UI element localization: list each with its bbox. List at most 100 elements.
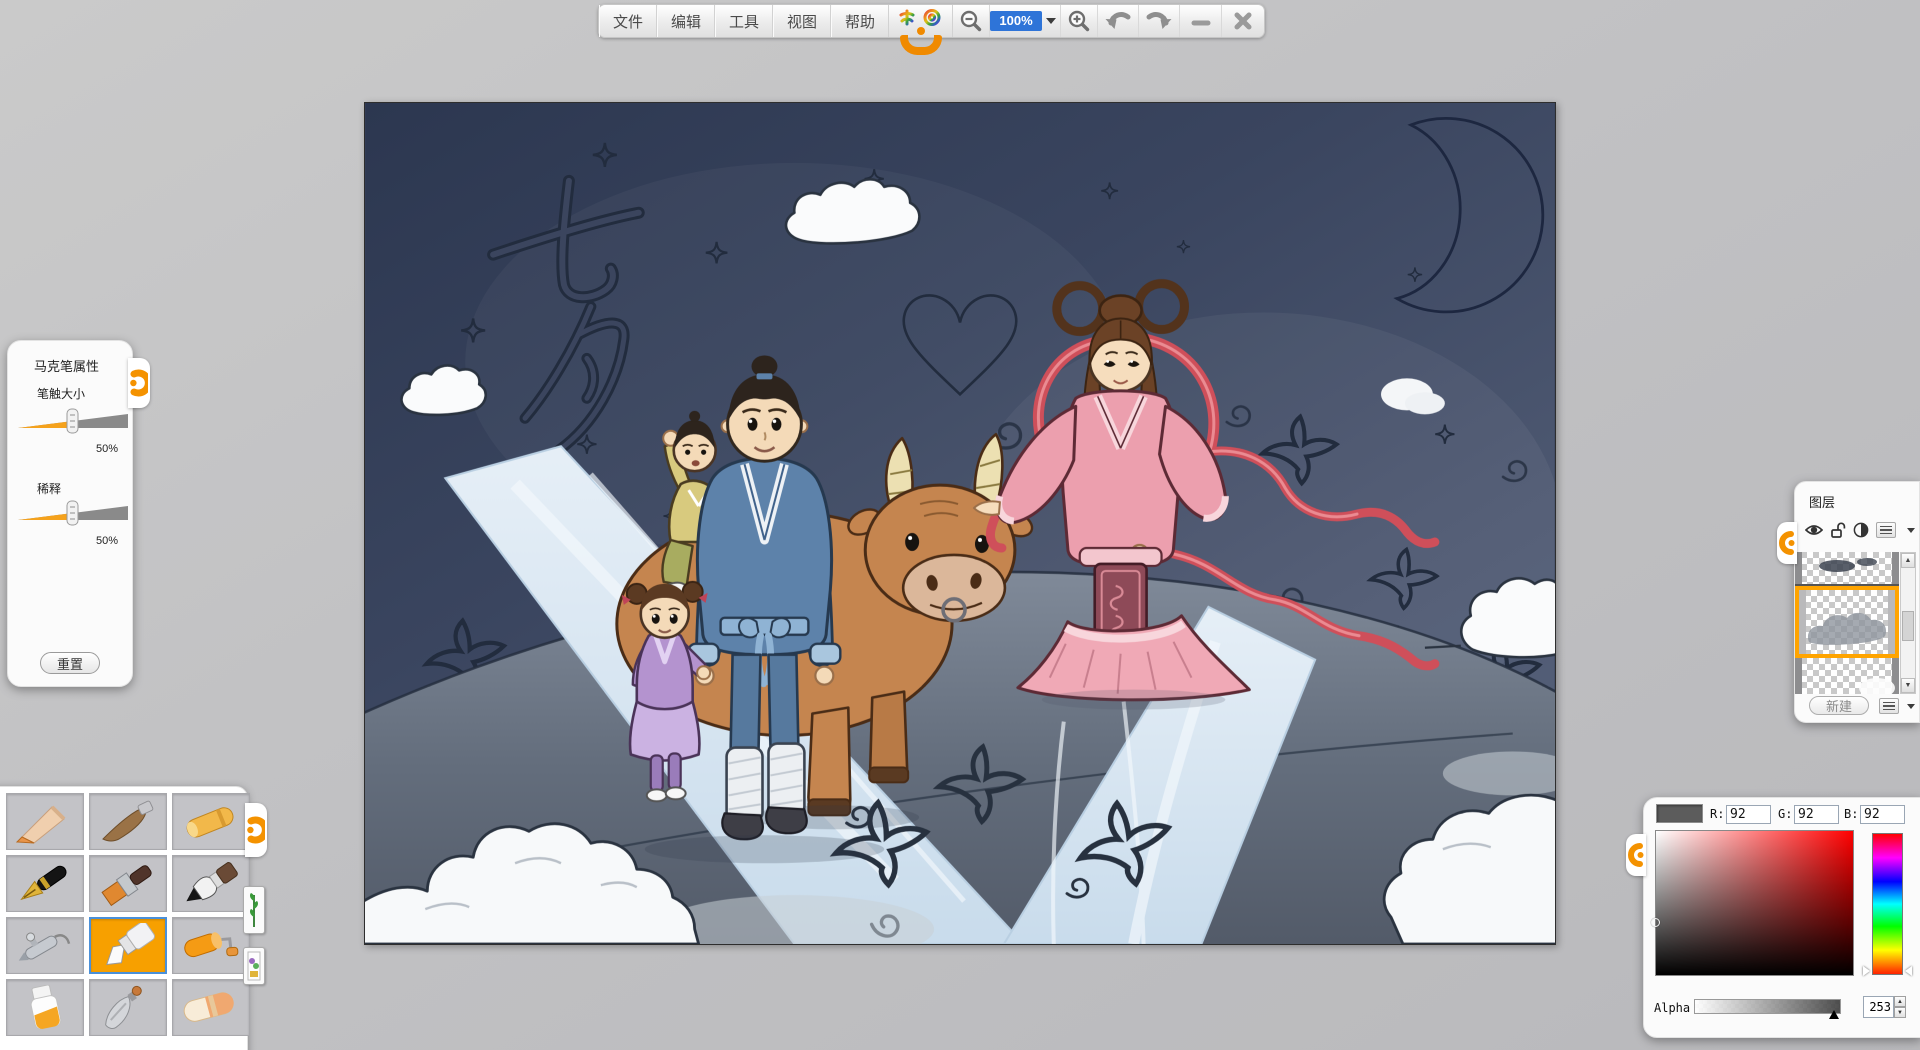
undo-icon (1105, 12, 1131, 29)
palette-knife-icon (105, 985, 142, 1029)
tool-palette-collapse-handle[interactable] (245, 803, 267, 857)
collapse-handle-icon (1628, 843, 1644, 867)
close-button[interactable] (1222, 5, 1264, 37)
plant-stamp-icon (250, 893, 258, 927)
pencil-icon (15, 805, 66, 844)
blend-icon[interactable] (1853, 522, 1869, 538)
brush-size-slider[interactable] (18, 407, 128, 435)
scroll-down-button[interactable]: ▼ (1901, 678, 1915, 693)
alpha-spin-down-button[interactable]: ▼ (1894, 1007, 1906, 1018)
tool-paint-bottle[interactable] (6, 979, 84, 1036)
menu-edit[interactable]: 编辑 (657, 5, 715, 37)
menu-tools[interactable]: 工具 (715, 5, 773, 37)
layer-menu-icon[interactable] (1876, 522, 1896, 538)
hue-marker-right-icon[interactable] (1905, 966, 1912, 976)
picture-stamp-tab[interactable] (243, 947, 265, 985)
minimize-button[interactable] (1180, 5, 1222, 37)
tool-palette-knife[interactable] (89, 979, 167, 1036)
tool-fountain-pen[interactable] (6, 855, 84, 912)
hue-marker-left-icon[interactable] (1863, 966, 1870, 976)
layers-panel: 图层 ▲ ▼ 新建 (1777, 481, 1920, 723)
close-icon (1234, 12, 1252, 30)
tool-airbrush[interactable] (6, 917, 84, 974)
scroll-up-button[interactable]: ▲ (1901, 553, 1915, 568)
layer-options-caret-icon (1907, 704, 1915, 709)
drawing-canvas[interactable]: 七夕 (364, 102, 1556, 945)
layer-row-2-selected[interactable] (1795, 586, 1899, 658)
tool-marker[interactable] (89, 917, 167, 974)
marker-panel-collapse-handle[interactable] (128, 358, 150, 408)
tool-wood-pen[interactable] (89, 793, 167, 850)
unlock-icon[interactable] (1830, 522, 1846, 538)
saturation-value-square[interactable] (1651, 830, 1854, 976)
sv-cursor[interactable] (1651, 918, 1660, 927)
layer-list (1795, 552, 1899, 694)
dilution-slider[interactable] (18, 499, 128, 527)
dilution-label: 稀释 (37, 482, 62, 496)
brush-size-slider-track (18, 408, 128, 434)
tool-grid (6, 793, 250, 1036)
tool-eraser[interactable] (172, 979, 250, 1036)
collapse-handle-icon (130, 369, 148, 397)
b-input[interactable] (1860, 805, 1905, 824)
marker-properties-panel: 马克笔属性 笔触大小 50% 稀释 50% 重置 (7, 340, 150, 687)
logo-nose-dot (917, 27, 925, 35)
collapse-handle-icon (247, 816, 265, 844)
alpha-slider-thumb[interactable] (1829, 1010, 1839, 1019)
layer-scrollbar[interactable]: ▲ ▼ (1900, 552, 1916, 694)
plant-stamp-tab[interactable] (243, 886, 265, 934)
menu-file[interactable]: 文件 (599, 5, 657, 37)
b-label: B: (1844, 807, 1859, 821)
flat-brush-icon (101, 864, 152, 906)
g-input[interactable] (1794, 805, 1839, 824)
layer2-thumbnail (1807, 612, 1887, 645)
alpha-slider[interactable] (1694, 999, 1841, 1019)
redo-button[interactable] (1139, 5, 1180, 37)
paint-bottle-icon (30, 984, 62, 1030)
tool-ink-brush[interactable] (172, 855, 250, 912)
wood-pen-icon (102, 800, 154, 841)
logo-smile-icon (900, 35, 942, 55)
zoom-out-icon (960, 10, 982, 32)
menu-view[interactable]: 视图 (773, 5, 831, 37)
layers-panel-collapse-handle[interactable] (1777, 522, 1797, 564)
tool-flat-brush[interactable] (89, 855, 167, 912)
brush-size-value: 50% (95, 443, 118, 455)
alpha-spinner: ▲ ▼ (1894, 996, 1906, 1018)
alpha-spin-up-button[interactable]: ▲ (1894, 996, 1906, 1007)
layer1-thumbnail (1819, 558, 1877, 572)
layers-toolbar (1805, 522, 1919, 538)
r-label: R: (1710, 807, 1725, 821)
layer-row-3[interactable] (1795, 658, 1899, 694)
zoom-in-icon (1068, 10, 1090, 32)
menu-help[interactable]: 帮助 (831, 5, 889, 37)
color-panel-collapse-handle[interactable] (1626, 834, 1646, 876)
zoom-dropdown-button[interactable] (1042, 5, 1061, 37)
undo-button[interactable] (1098, 5, 1139, 37)
dilution-value: 50% (95, 535, 118, 547)
layers-panel-title: 图层 (1809, 495, 1836, 510)
app-logo-clown (889, 5, 953, 55)
layer-options-icon[interactable] (1879, 698, 1899, 714)
reset-button[interactable]: 重置 (40, 652, 100, 674)
roller-icon (184, 931, 239, 957)
zoom-in-button[interactable] (1061, 5, 1098, 37)
collapse-handle-icon (1779, 531, 1795, 555)
alpha-input[interactable] (1863, 996, 1894, 1018)
airbrush-icon (18, 932, 71, 961)
zoom-dropdown-caret-icon (1046, 18, 1056, 24)
layer-row-1[interactable] (1795, 552, 1899, 586)
hue-bar[interactable] (1872, 833, 1903, 975)
scroll-thumb[interactable] (1902, 611, 1914, 641)
tool-crayon[interactable] (172, 793, 250, 850)
zoom-level-display[interactable]: 100% (990, 11, 1042, 31)
new-layer-button[interactable]: 新建 (1809, 696, 1869, 715)
tool-roller[interactable] (172, 917, 250, 974)
r-input[interactable] (1726, 805, 1771, 824)
tool-pencil[interactable] (6, 793, 84, 850)
zoom-out-button[interactable] (953, 5, 990, 37)
ink-brush-icon (186, 861, 238, 901)
eye-icon[interactable] (1805, 523, 1823, 537)
crayon-icon (186, 806, 234, 837)
tool-palette-panel (0, 786, 267, 1050)
